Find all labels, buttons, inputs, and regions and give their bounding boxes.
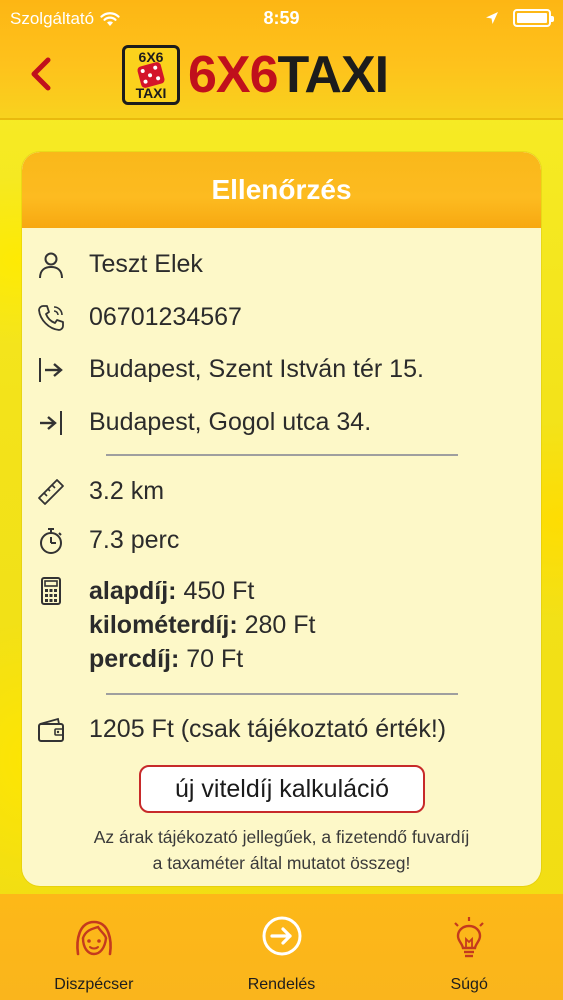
fee-km-value: 280 Ft: [244, 611, 316, 639]
new-fare-calculation-button[interactable]: új viteldíj kalkuláció: [139, 765, 425, 813]
card-title: Ellenőrzés: [22, 152, 541, 228]
status-bar: Szolgáltató 8:59: [0, 0, 563, 38]
tab-dispatcher[interactable]: Diszpécser: [0, 894, 188, 1000]
customer-name: Teszt Elek: [89, 250, 203, 278]
fee-min-label: percdíj:: [89, 645, 180, 673]
tab-help[interactable]: Súgó: [375, 894, 563, 1000]
trip-duration: 7.3 perc: [89, 526, 180, 554]
calculator-icon: [41, 577, 61, 605]
status-right: [485, 9, 554, 27]
logo-wordmark: 6X6TAXI: [188, 45, 390, 105]
tab-dispatcher-label: Diszpécser: [54, 976, 134, 993]
total-fare: 1205 Ft (csak tájékoztató érték!): [89, 715, 447, 743]
tab-help-label: Súgó: [450, 976, 488, 993]
fee-km-label: kilométerdíj:: [89, 611, 238, 639]
person-icon: [39, 252, 63, 279]
trip-distance: 3.2 km: [89, 477, 165, 505]
divider: [106, 693, 458, 695]
location-arrow-icon: [486, 12, 498, 24]
fee-km: kilométerdíj: 280 Ft: [89, 608, 315, 642]
row-from: Budapest, Szent István tér 15.: [36, 353, 424, 385]
row-duration: 7.3 perc: [36, 524, 179, 556]
logo-badge-bottom: TAXI: [135, 85, 167, 101]
battery-icon: [513, 9, 554, 27]
phone-icon: [38, 305, 64, 331]
pickup-address: Budapest, Szent István tér 15.: [89, 355, 424, 383]
wallet-icon: [38, 717, 64, 742]
row-name: Teszt Elek: [36, 248, 203, 280]
dispatcher-face-icon: [76, 920, 112, 956]
disclaimer-line-2: a taxaméter által mutatot összeg!: [152, 853, 411, 873]
arrow-circle-icon: [262, 916, 301, 956]
fee-base-value: 450 Ft: [183, 577, 255, 605]
logo-text-taxi: TAXI: [277, 46, 390, 104]
logo-badge: 6X6 TAXI: [122, 45, 180, 105]
logo-text-number: 6X6: [188, 46, 279, 104]
price-disclaimer: Az árak tájékozató jellegűek, a fizetend…: [30, 824, 533, 876]
logo-badge-top: 6X6: [138, 49, 164, 65]
stopwatch-icon: [40, 528, 62, 554]
top-bar: Szolgáltató 8:59 6X6 TAXI 6X6TAXI: [0, 0, 563, 120]
destination-address: Budapest, Gogol utca 34.: [89, 408, 372, 436]
customer-phone: 06701234567: [89, 303, 242, 331]
destination-arrow-icon: [40, 411, 62, 435]
fee-base-label: alapdíj:: [89, 577, 177, 605]
lightbulb-icon: [454, 917, 484, 958]
row-distance: 3.2 km: [36, 475, 164, 507]
fee-base: alapdíj: 450 Ft: [89, 574, 315, 608]
row-total: 1205 Ft (csak tájékoztató érték!): [36, 713, 446, 745]
summary-card: Ellenőrzés Teszt Elek 06701234567 Budape…: [22, 152, 541, 886]
back-button[interactable]: [24, 52, 60, 96]
pickup-arrow-icon: [39, 358, 63, 382]
status-time: 8:59: [263, 8, 300, 28]
row-phone: 06701234567: [36, 301, 242, 333]
ruler-icon: [38, 479, 64, 505]
fee-breakdown: alapdíj: 450 Ft kilométerdíj: 280 Ft per…: [89, 574, 315, 676]
fee-min: percdíj: 70 Ft: [89, 642, 315, 676]
tab-order[interactable]: Rendelés: [188, 894, 376, 1000]
row-to: Budapest, Gogol utca 34.: [36, 406, 371, 438]
fee-min-value: 70 Ft: [186, 645, 244, 673]
row-fees: alapdíj: 450 Ft kilométerdíj: 280 Ft per…: [36, 574, 315, 673]
divider: [106, 454, 458, 456]
tab-bar: Diszpécser Rendelés Súgó: [0, 894, 563, 1000]
tab-order-label: Rendelés: [247, 976, 316, 993]
disclaimer-line-1: Az árak tájékozató jellegűek, a fizetend…: [93, 827, 470, 847]
chevron-left-icon: [31, 57, 51, 91]
app-logo: 6X6 TAXI 6X6TAXI: [122, 44, 390, 106]
